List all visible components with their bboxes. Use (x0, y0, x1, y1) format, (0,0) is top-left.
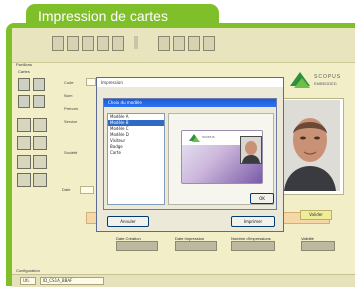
left-action-button[interactable] (33, 155, 47, 169)
validity-field[interactable] (301, 241, 335, 251)
left-action-button[interactable] (33, 118, 47, 132)
field-label-service: Service (64, 119, 78, 124)
left-tool-button[interactable] (18, 78, 30, 91)
print-icon[interactable] (82, 36, 94, 51)
print-icon[interactable] (52, 36, 64, 51)
field-label-nom: Nom (64, 93, 73, 98)
left-action-button[interactable] (17, 136, 31, 150)
toolbar-separator (134, 36, 138, 49)
ok-button-label: OK (259, 196, 265, 201)
logo-text: SCOPUS (314, 74, 342, 80)
cancel-button-label: Annuler (120, 219, 136, 224)
creation-date-field[interactable] (116, 241, 158, 251)
portrait-photo (280, 100, 340, 191)
ok-button[interactable]: OK (250, 193, 274, 204)
validate-button-label: Valider (309, 212, 323, 217)
left-tool-button[interactable] (33, 95, 45, 108)
page-tab: Impression de cartes (26, 4, 219, 28)
print-date-field[interactable] (175, 241, 217, 251)
card-logo-text: SCOPUS (202, 135, 215, 139)
date-field[interactable] (80, 186, 94, 194)
list-item[interactable]: Carte (108, 150, 164, 156)
print-icon[interactable] (112, 36, 124, 51)
brand-logo: SCOPUS EMBEDDED (288, 70, 344, 92)
left-panel-title: Pavillons (16, 62, 33, 67)
card-icon[interactable] (203, 36, 215, 51)
validate-button[interactable]: Valider (300, 210, 332, 220)
field-label-date: Date (62, 187, 71, 192)
cancel-button[interactable]: Annuler (107, 216, 149, 227)
page-title: Impression de cartes (38, 8, 168, 24)
print-button[interactable]: Imprimer (231, 216, 275, 227)
code-field[interactable] (86, 78, 96, 86)
left-action-button[interactable] (17, 173, 31, 187)
card-portrait-image (241, 137, 261, 163)
print-button-label: Imprimer (243, 219, 263, 224)
card-icon[interactable] (188, 36, 200, 51)
logo-subtext: EMBEDDED (314, 81, 337, 86)
left-action-button[interactable] (33, 136, 47, 150)
print-count-field[interactable] (231, 241, 275, 251)
print-icon[interactable] (67, 36, 79, 51)
card-icon[interactable] (158, 36, 170, 51)
page-frame: Impression de cartes SCOPUS EMBEDDED Pav… (0, 0, 355, 287)
card-icon[interactable] (173, 36, 185, 51)
status-user-field: Uti. (20, 277, 36, 285)
template-listbox[interactable]: Modèle A Modèle B Modèle C Modèle D Visi… (107, 113, 165, 205)
field-label-societe: Société (64, 150, 78, 155)
inner-dialog-title: Choix du modèle (104, 99, 276, 107)
template-dialog: Choix du modèle Modèle A Modèle B Modèle… (103, 98, 277, 210)
field-label-code: Code (64, 80, 74, 85)
card-preview-area: SCOPUS (168, 113, 274, 205)
id-card-preview: SCOPUS (181, 130, 263, 184)
left-tool-button[interactable] (18, 95, 30, 108)
left-action-button[interactable] (17, 118, 31, 132)
field-label-prenom: Prénom (64, 106, 79, 111)
left-panel-footer: Configuration (16, 268, 40, 273)
dialog-title: Impression (97, 78, 283, 87)
left-action-button[interactable] (17, 155, 31, 169)
left-panel-section: Cartes (18, 69, 30, 74)
status-id-field: ID_CS1A_BBAF (40, 277, 104, 285)
print-dialog: Impression Choix du modèle Modèle A Modè… (96, 77, 284, 232)
print-icon[interactable] (97, 36, 109, 51)
left-action-button[interactable] (33, 173, 47, 187)
portrait-image (280, 100, 340, 191)
left-tool-button[interactable] (33, 78, 45, 91)
card-photo (240, 136, 262, 164)
